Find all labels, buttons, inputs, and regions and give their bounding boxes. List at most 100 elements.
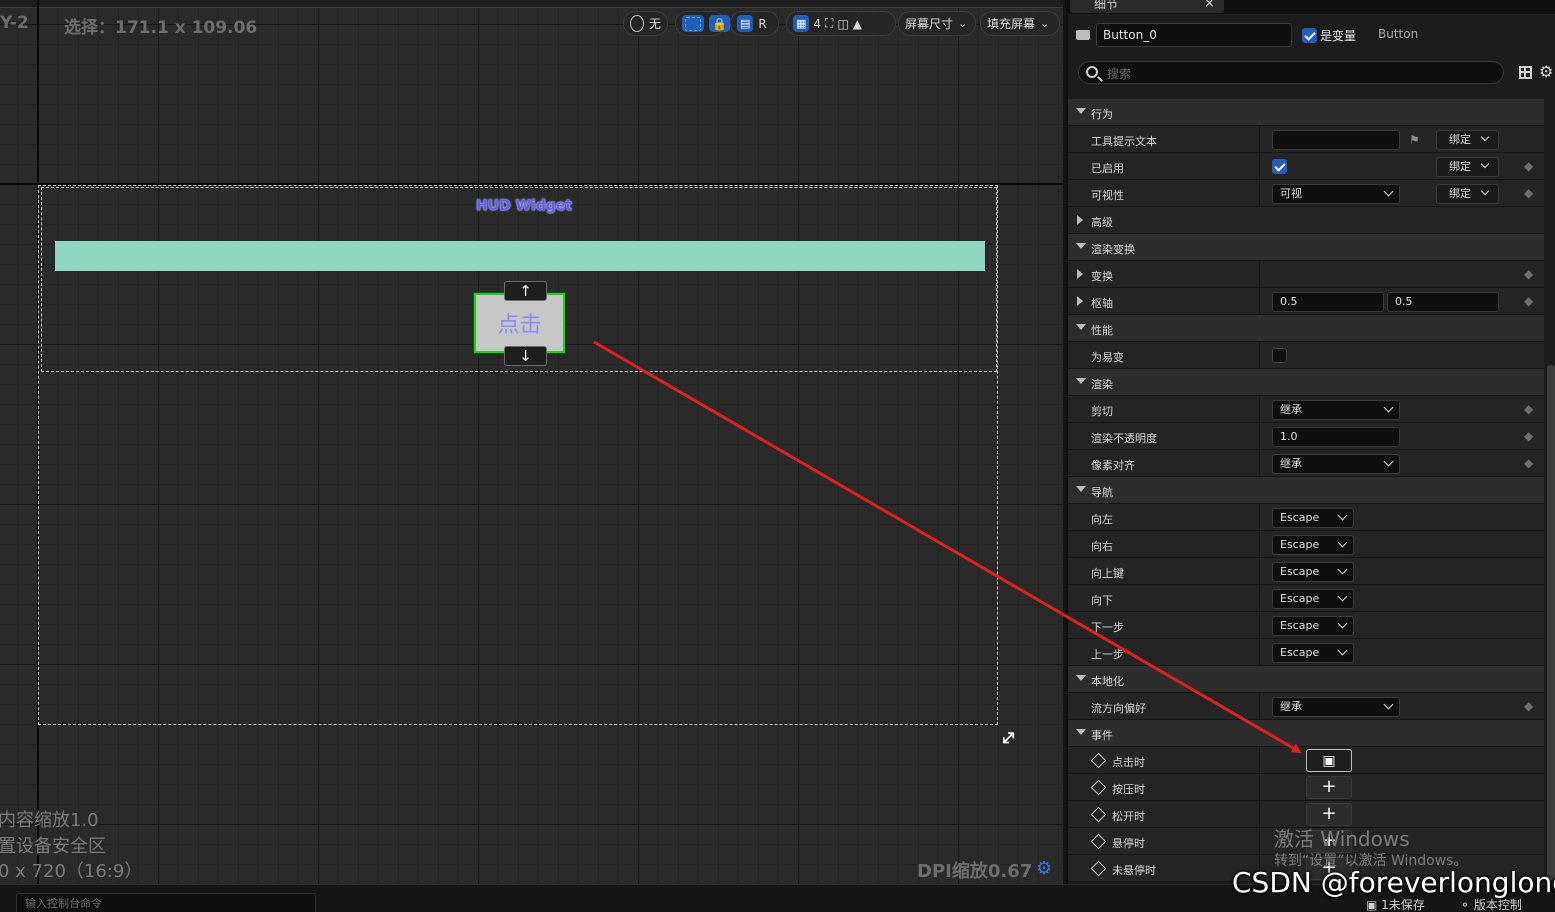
category-label: 本地化 bbox=[1091, 675, 1124, 688]
reset-to-default-icon[interactable]: ◆ bbox=[1524, 403, 1536, 415]
category-advanced[interactable]: 高级 bbox=[1068, 207, 1544, 234]
source-control-label: 版本控制 bbox=[1473, 898, 1522, 912]
details-panel: 细节 × Button_0 是变量 Button 搜索 ⚙ 行为 工具提示文本 … bbox=[1066, 0, 1555, 884]
dropdown-value: Escape bbox=[1280, 511, 1320, 524]
visibility-bind-dropdown[interactable]: 绑定 bbox=[1436, 184, 1499, 204]
console-command-input[interactable]: 输入控制台命令 bbox=[16, 893, 316, 912]
navigate-down-handle[interactable]: ↓ bbox=[504, 346, 547, 366]
visibility-dropdown[interactable]: 可视 bbox=[1272, 184, 1400, 204]
category-label: 高级 bbox=[1091, 216, 1113, 229]
tooltip-text-input[interactable] bbox=[1272, 130, 1400, 150]
enabled-bind-dropdown[interactable]: 绑定 bbox=[1436, 157, 1499, 177]
event-diamond-icon bbox=[1090, 833, 1107, 850]
flow-direction-dropdown[interactable]: 继承 bbox=[1272, 697, 1400, 717]
category-render-transform[interactable]: 渲染变换 bbox=[1068, 234, 1544, 261]
layout-icon: ▤ bbox=[737, 15, 754, 32]
reset-to-default-icon[interactable]: ◆ bbox=[1524, 268, 1536, 280]
respect-lock-toggle[interactable]: ▤ R bbox=[730, 11, 779, 36]
dropdown-value: Escape bbox=[1280, 565, 1320, 578]
event-diamond-icon bbox=[1090, 752, 1107, 769]
dpi-settings-gear-icon[interactable]: ⚙ bbox=[1036, 860, 1054, 878]
fill-screen-dropdown[interactable]: 填充屏幕 ⌄ bbox=[980, 11, 1060, 36]
category-behavior[interactable]: 行为 bbox=[1068, 99, 1544, 126]
clipping-dropdown[interactable]: 继承 bbox=[1272, 400, 1400, 420]
dropdown-value: 继承 bbox=[1280, 403, 1302, 416]
settings-gear-icon[interactable]: ⚙ bbox=[1539, 62, 1553, 81]
details-scrollbar[interactable] bbox=[1547, 365, 1555, 880]
expand-arrow-icon bbox=[1076, 243, 1086, 249]
property-render-opacity: 渲染不透明度 1.0 ◆ bbox=[1068, 423, 1544, 450]
category-rendering[interactable]: 渲染 bbox=[1068, 369, 1544, 396]
property-label: 向下 bbox=[1091, 594, 1113, 607]
event-label: 悬停时 bbox=[1112, 837, 1145, 850]
image-icon[interactable]: ◫ bbox=[837, 17, 848, 31]
category-label: 行为 bbox=[1091, 108, 1113, 121]
opacity-input[interactable]: 1.0 bbox=[1272, 427, 1400, 447]
nav-previous-dropdown[interactable]: Escape bbox=[1272, 643, 1354, 663]
viewport-name: Y-2 bbox=[0, 13, 29, 33]
category-localization[interactable]: 本地化 bbox=[1068, 666, 1544, 693]
umg-designer-window: Y-2 选择：171.1 x 109.06 无 🔒 ▤ R ▦ 4 ⛶ ◫ ▲ … bbox=[0, 0, 1555, 912]
navigate-up-handle[interactable]: ↑ bbox=[504, 281, 547, 301]
screen-size-dropdown[interactable]: 屏幕尺寸 ⌄ bbox=[898, 11, 976, 36]
category-navigation[interactable]: 导航 bbox=[1068, 477, 1544, 504]
property-label: 下一步 bbox=[1091, 621, 1124, 634]
reset-to-default-icon[interactable]: ◆ bbox=[1524, 295, 1536, 307]
safe-zone-toggle[interactable]: 🔒 bbox=[675, 11, 730, 36]
property-transform[interactable]: 变换 ◆ bbox=[1068, 261, 1544, 288]
property-label: 为易变 bbox=[1091, 351, 1124, 364]
widget-name-input[interactable]: Button_0 bbox=[1096, 23, 1292, 47]
reset-to-default-icon[interactable]: ◆ bbox=[1524, 430, 1536, 442]
plus-icon: + bbox=[1321, 776, 1337, 797]
details-search-input[interactable]: 搜索 bbox=[1078, 61, 1504, 84]
bind-label: 绑定 bbox=[1449, 133, 1471, 146]
property-matrix-icon[interactable] bbox=[1519, 66, 1532, 79]
reset-to-default-icon[interactable]: ◆ bbox=[1524, 700, 1536, 712]
property-label: 变换 bbox=[1091, 270, 1113, 283]
nav-right-dropdown[interactable]: Escape bbox=[1272, 535, 1354, 555]
pivot-x-input[interactable]: 0.5 bbox=[1272, 292, 1384, 312]
reset-to-default-icon[interactable]: ◆ bbox=[1524, 457, 1536, 469]
mirror-icon[interactable]: ▲ bbox=[853, 17, 862, 31]
resize-handle-icon[interactable]: ↕ bbox=[994, 724, 1023, 753]
top-ruler bbox=[0, 0, 1063, 8]
close-icon[interactable]: × bbox=[1204, 0, 1215, 11]
expand-arrow-icon bbox=[1076, 486, 1086, 492]
progress-bar-widget[interactable] bbox=[55, 241, 985, 271]
globe-icon bbox=[630, 15, 644, 32]
localization-toggle[interactable]: 无 bbox=[623, 11, 668, 36]
reset-to-default-icon[interactable]: ◆ bbox=[1524, 187, 1536, 199]
volatile-checkbox[interactable] bbox=[1272, 348, 1287, 363]
property-nav-right: 向右 Escape bbox=[1068, 531, 1544, 558]
property-pivot[interactable]: 枢轴 0.5 0.5 ◆ bbox=[1068, 288, 1544, 315]
hud-title-text[interactable]: HUD Widget bbox=[476, 198, 572, 214]
flag-icon[interactable]: ⚑ bbox=[1409, 133, 1420, 147]
safe-zone-icon bbox=[682, 15, 704, 32]
nav-left-dropdown[interactable]: Escape bbox=[1272, 508, 1354, 528]
category-performance[interactable]: 性能 bbox=[1068, 315, 1544, 342]
property-volatile: 为易变 bbox=[1068, 342, 1544, 369]
nav-down-dropdown[interactable]: Escape bbox=[1272, 589, 1354, 609]
event-on-pressed: 按压时 + bbox=[1068, 774, 1544, 801]
expand-arrow-icon bbox=[1076, 675, 1086, 681]
is-variable-label: 是变量 bbox=[1320, 29, 1357, 43]
is-variable-checkbox[interactable] bbox=[1302, 28, 1317, 43]
category-events[interactable]: 事件 bbox=[1068, 720, 1544, 747]
nav-up-dropdown[interactable]: Escape bbox=[1272, 562, 1354, 582]
grid-snap-icon: ▦ bbox=[793, 15, 810, 32]
nav-next-dropdown[interactable]: Escape bbox=[1272, 616, 1354, 636]
reset-to-default-icon[interactable]: ◆ bbox=[1524, 160, 1536, 172]
button-widget-selected[interactable]: 点击 bbox=[473, 292, 566, 354]
bind-label: 绑定 bbox=[1449, 160, 1471, 173]
enabled-checkbox[interactable] bbox=[1272, 159, 1287, 174]
designer-viewport[interactable]: Y-2 选择：171.1 x 109.06 无 🔒 ▤ R ▦ 4 ⛶ ◫ ▲ … bbox=[0, 0, 1063, 884]
property-label: 已启用 bbox=[1091, 162, 1124, 175]
tooltip-bind-dropdown[interactable]: 绑定 bbox=[1436, 130, 1499, 150]
grid-toggle-group[interactable]: ▦ 4 ⛶ ◫ ▲ bbox=[786, 11, 896, 36]
on-clicked-open-button[interactable]: ▣ bbox=[1306, 749, 1352, 772]
on-pressed-add-button[interactable]: + bbox=[1306, 776, 1352, 799]
select-region-icon[interactable]: ⛶ bbox=[825, 16, 833, 31]
tab-details[interactable]: 细节 bbox=[1070, 0, 1224, 13]
pivot-y-input[interactable]: 0.5 bbox=[1387, 292, 1499, 312]
pixel-snapping-dropdown[interactable]: 继承 bbox=[1272, 454, 1400, 474]
